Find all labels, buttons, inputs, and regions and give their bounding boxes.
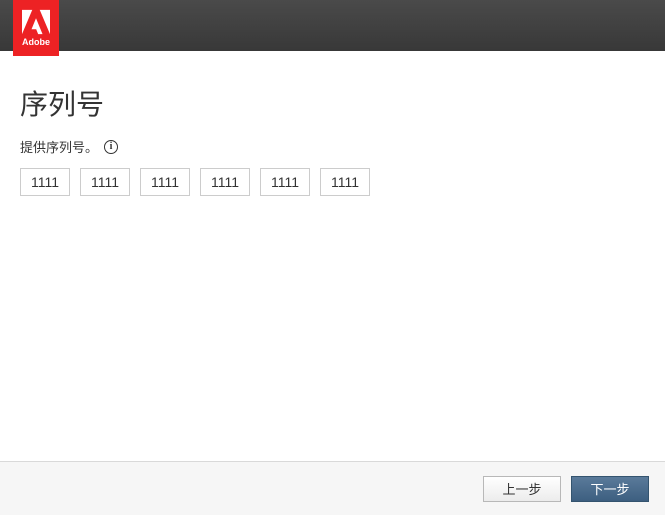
- header-bar: Adobe: [0, 0, 665, 51]
- footer-bar: 上一步 下一步: [0, 461, 665, 515]
- main-content: 序列号 提供序列号。 i: [0, 51, 665, 461]
- adobe-logo-text: Adobe: [22, 37, 50, 47]
- serial-field-1[interactable]: [20, 168, 70, 196]
- back-button[interactable]: 上一步: [483, 476, 561, 502]
- prompt-row: 提供序列号。 i: [20, 137, 645, 156]
- serial-field-3[interactable]: [140, 168, 190, 196]
- next-button[interactable]: 下一步: [571, 476, 649, 502]
- adobe-a-icon: [22, 9, 50, 35]
- serial-field-2[interactable]: [80, 168, 130, 196]
- page-title: 序列号: [20, 83, 645, 123]
- serial-input-row: [20, 168, 645, 196]
- serial-field-4[interactable]: [200, 168, 250, 196]
- info-icon[interactable]: i: [104, 140, 118, 154]
- serial-field-5[interactable]: [260, 168, 310, 196]
- prompt-text: 提供序列号。: [20, 137, 98, 156]
- adobe-logo: Adobe: [13, 0, 59, 56]
- serial-field-6[interactable]: [320, 168, 370, 196]
